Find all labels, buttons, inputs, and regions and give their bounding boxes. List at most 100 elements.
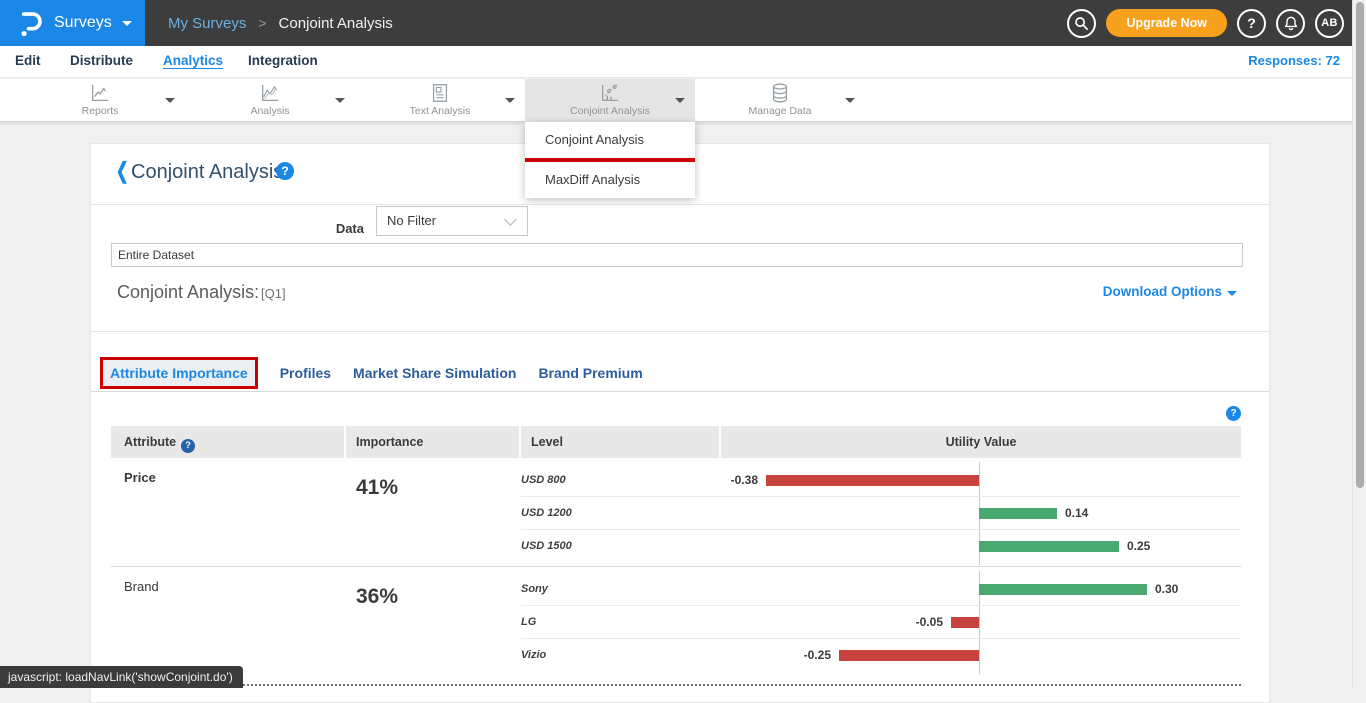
attribute-help-icon[interactable]: ?	[181, 439, 195, 453]
level-row: USD 800-0.38	[521, 464, 1241, 497]
divider	[91, 331, 1269, 332]
utility-bar	[951, 617, 979, 628]
importance-value: 41%	[356, 476, 398, 500]
chevron-down-icon	[1227, 291, 1237, 296]
avatar[interactable]: AB	[1315, 9, 1344, 38]
download-options-button[interactable]: Download Options	[1103, 284, 1237, 299]
utility-bar	[979, 541, 1119, 552]
conjoint-dropdown-caret[interactable]	[675, 98, 685, 103]
level-name: USD 800	[521, 464, 566, 497]
level-name: USD 1200	[521, 497, 572, 530]
top-bar: Surveys My Surveys > Conjoint Analysis U…	[0, 0, 1366, 46]
section-question-code: [Q1]	[261, 286, 286, 301]
toolbar-item-conjoint-analysis[interactable]: Conjoint Analysis	[525, 79, 695, 123]
manage-data-dropdown-caret[interactable]	[845, 98, 855, 103]
topbar-actions: Upgrade Now ? AB	[1067, 0, 1344, 46]
level-name: Vizio	[521, 639, 546, 672]
tab-attribute-importance[interactable]: Attribute Importance	[100, 357, 258, 389]
dataset-input[interactable]	[111, 243, 1243, 267]
search-icon	[1074, 16, 1089, 31]
help-icon: ?	[1247, 15, 1256, 31]
product-switcher[interactable]: Surveys	[0, 0, 145, 46]
tab-brand-premium[interactable]: Brand Premium	[538, 359, 642, 387]
tab-profiles[interactable]: Profiles	[280, 359, 331, 387]
toolbar-label: Manage Data	[720, 105, 840, 117]
utility-value-label: 0.30	[1155, 573, 1178, 606]
nav-item-integration[interactable]: Integration	[248, 46, 318, 78]
utility-bar-area: 0.25	[721, 530, 1241, 563]
table-header-row: Attribute? Importance Level Utility Valu…	[111, 426, 1241, 458]
utility-value-label: 0.25	[1127, 530, 1150, 563]
page-title: Conjoint Analysis	[131, 161, 283, 184]
toolbar-item-reports[interactable]: Reports	[40, 82, 160, 117]
level-row: Vizio -0.25	[521, 639, 1241, 672]
breadcrumb: My Surveys > Conjoint Analysis	[168, 0, 393, 46]
utility-bar-area: 0.14	[721, 497, 1241, 530]
analytics-toolbar: Reports Analysis Text Analysis	[0, 78, 1366, 122]
conjoint-chart-icon	[599, 82, 621, 104]
utility-bar-area: -0.05	[721, 606, 1241, 639]
analysis-chart-icon	[259, 82, 281, 104]
utility-bar	[766, 475, 979, 486]
utility-value-label: -0.05	[916, 606, 943, 639]
upgrade-now-button[interactable]: Upgrade Now	[1106, 9, 1227, 37]
nav-item-analytics[interactable]: Analytics	[163, 46, 223, 78]
attribute-group: Price41%USD 800-0.38USD 12000.14USD 1500…	[111, 458, 1241, 566]
breadcrumb-my-surveys[interactable]: My Surveys	[168, 15, 246, 32]
responses-count: Responses: 72	[1248, 46, 1340, 78]
table-help-icon[interactable]: ?	[1226, 406, 1241, 421]
reports-dropdown-caret[interactable]	[165, 98, 175, 103]
nav-item-distribute[interactable]: Distribute	[70, 46, 133, 78]
toolbar-item-analysis[interactable]: Analysis	[210, 82, 330, 117]
header-attribute: Attribute?	[111, 426, 346, 458]
back-button[interactable]: ❮	[116, 158, 129, 184]
breadcrumb-separator-icon: >	[258, 15, 266, 31]
attribute-group: Brand36%Sony0.30LG-0.05Vizio-0.25	[111, 566, 1241, 675]
nav-item-edit[interactable]: Edit	[15, 46, 41, 78]
utility-bar-area: 0.30	[721, 573, 1241, 606]
conjoint-analysis-card: ❮ Conjoint Analysis ? Data Filter No Fil…	[90, 143, 1270, 703]
text-analysis-dropdown-caret[interactable]	[505, 98, 515, 103]
text-analysis-icon	[429, 82, 451, 104]
conjoint-dropdown-menu: Conjoint Analysis MaxDiff Analysis	[525, 122, 695, 198]
data-filter-value: No Filter	[387, 213, 436, 228]
level-name: LG	[521, 606, 536, 639]
survey-nav: Edit Distribute Analytics Integration Re…	[0, 46, 1366, 78]
level-name: Sony	[521, 573, 548, 606]
toolbar-item-text-analysis[interactable]: Text Analysis	[380, 82, 500, 117]
header-level: Level	[521, 426, 721, 458]
level-rows: Sony 0.30 LG -0.05 Vizio -0.25	[521, 573, 1241, 672]
utility-bar	[979, 584, 1147, 595]
level-row: LG -0.05	[521, 606, 1241, 639]
menu-item-maxdiff-analysis[interactable]: MaxDiff Analysis	[525, 162, 695, 198]
level-row: USD 1500 0.25	[521, 530, 1241, 563]
utility-value-label: -0.25	[804, 639, 831, 672]
reports-chart-icon	[89, 82, 111, 104]
scrollbar-thumb[interactable]	[1356, 2, 1364, 488]
menu-item-conjoint-analysis[interactable]: Conjoint Analysis	[525, 122, 695, 158]
status-bar-link-preview: javascript: loadNavLink('showConjoint.do…	[0, 666, 243, 688]
toolbar-label: Analysis	[210, 105, 330, 117]
level-rows: USD 800-0.38USD 1200 0.14 USD 1500 0.25	[521, 464, 1241, 563]
analysis-dropdown-caret[interactable]	[335, 98, 345, 103]
search-button[interactable]	[1067, 9, 1096, 38]
help-button[interactable]: ?	[1237, 9, 1266, 38]
download-options-label: Download Options	[1103, 284, 1222, 299]
tabs-underline	[91, 391, 1269, 392]
attribute-importance-table: Attribute? Importance Level Utility Valu…	[111, 426, 1241, 675]
page-scrollbar[interactable]	[1352, 0, 1366, 688]
chevron-down-icon	[504, 213, 517, 226]
row-cut-dotted-border	[111, 684, 1241, 686]
database-icon	[769, 82, 791, 104]
tab-market-share-simulation[interactable]: Market Share Simulation	[353, 359, 516, 387]
product-name: Surveys	[54, 14, 112, 32]
data-filter-select[interactable]: No Filter	[376, 206, 528, 236]
utility-bar	[979, 508, 1057, 519]
level-name: USD 1500	[521, 530, 572, 563]
title-help-icon[interactable]: ?	[276, 162, 294, 180]
toolbar-item-manage-data[interactable]: Manage Data	[720, 82, 840, 117]
toolbar-label: Conjoint Analysis	[550, 105, 670, 117]
notifications-button[interactable]	[1276, 9, 1305, 38]
toolbar-label: Reports	[40, 105, 160, 117]
level-row: Sony 0.30	[521, 573, 1241, 606]
